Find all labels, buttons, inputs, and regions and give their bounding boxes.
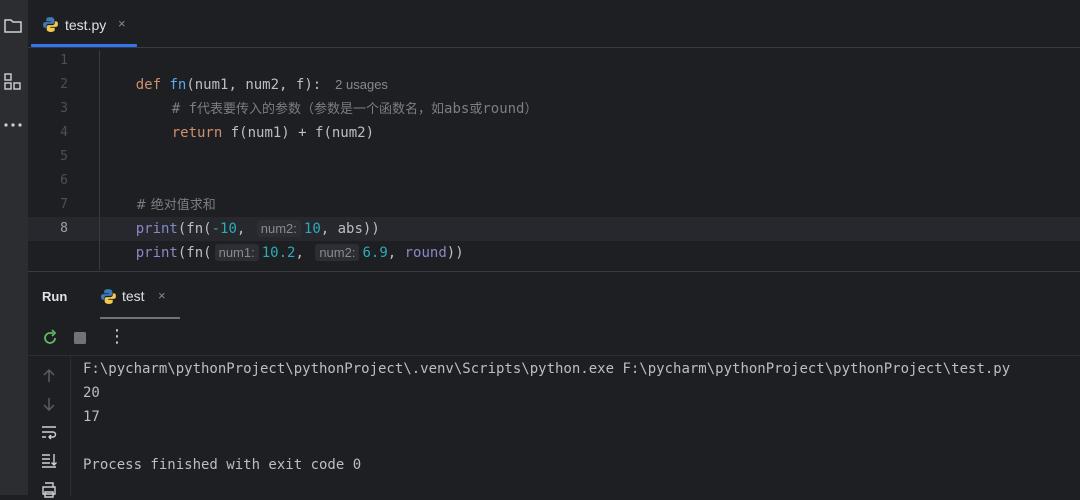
run-title: Run: [42, 289, 68, 304]
run-tool-window: Run test × ⋮ F:\pycharm\pythonProject\py…: [28, 271, 1080, 498]
stop-icon[interactable]: [70, 328, 90, 348]
python-run-icon: [101, 289, 116, 304]
line-number: 5: [60, 149, 68, 164]
number-literal: 6.9: [362, 245, 388, 261]
folder-icon[interactable]: [3, 15, 23, 35]
code-line-6: # 绝对值求和: [102, 169, 216, 213]
parameter-hint-num2: num2:: [315, 244, 360, 261]
tab-close-icon[interactable]: ×: [118, 16, 126, 31]
call-open: (fn(: [177, 245, 212, 261]
indent-guide: [99, 50, 100, 270]
comment-text-2: 或: [469, 102, 483, 117]
builtin-print: print: [135, 245, 178, 261]
line-number: 4: [60, 125, 68, 140]
parameter-hint-num1: num1:: [214, 244, 259, 261]
line-number: 1: [60, 53, 68, 68]
keyword-return: return: [171, 125, 223, 141]
tab-test-py[interactable]: test.py ×: [28, 0, 138, 47]
structure-icon[interactable]: [3, 72, 23, 92]
comma: ,: [295, 245, 304, 261]
line-number: 7: [60, 197, 68, 212]
console-line: Process finished with exit code 0: [83, 457, 362, 473]
builtin-round: round: [404, 245, 447, 261]
comment-round: round: [482, 101, 525, 117]
rerun-icon[interactable]: [40, 328, 60, 348]
print-icon[interactable]: [39, 480, 59, 500]
call-rest: )): [446, 245, 464, 261]
line-number-current: 8: [60, 221, 68, 236]
code-line-7: print(fn(-10, num2: 10, abs)): [102, 193, 380, 237]
line-number: 3: [60, 101, 68, 116]
more-icon[interactable]: [3, 115, 23, 135]
line-number: 6: [60, 173, 68, 188]
python-file-icon: [43, 17, 58, 32]
scroll-down-icon[interactable]: [39, 394, 59, 414]
run-side-toolbar: [28, 356, 71, 498]
console-line: 20: [83, 385, 100, 401]
run-toolbar: ⋮: [28, 321, 1080, 356]
comma-space: ,: [387, 245, 405, 261]
run-header: Run test ×: [28, 272, 1080, 320]
scroll-to-end-icon[interactable]: [39, 450, 59, 470]
code-line-8: print(fn(num1: 10.2, num2: 6.9, round)): [102, 217, 464, 261]
scroll-up-icon[interactable]: [39, 366, 59, 386]
more-options-icon[interactable]: ⋮: [108, 326, 128, 347]
editor-tab-bar: test.py ×: [28, 0, 1080, 48]
code-line-1: def fn(num1, num2, f): 2 usages: [102, 49, 388, 93]
code-line-2: # f代表要传入的参数（参数是一个函数名，如abs或round）: [138, 73, 538, 117]
comment-abs: abs: [444, 101, 470, 117]
code-editor[interactable]: 1 2 3 4 5 6 7 8 def fn(num1, num2, f): 2 …: [28, 48, 1080, 270]
return-expression: f(num1) + f(num2): [222, 125, 375, 141]
run-tab-test[interactable]: test ×: [100, 272, 208, 320]
console-line: F:\pycharm\pythonProject\pythonProject\.…: [83, 361, 1011, 377]
console-output[interactable]: F:\pycharm\pythonProject\pythonProject\.…: [83, 356, 1073, 496]
comment-text-3: ）: [524, 102, 538, 117]
line-number-gutter: 1 2 3 4 5 6 7 8: [28, 48, 88, 270]
tool-window-strip: [0, 0, 29, 495]
tab-label: test.py: [65, 17, 107, 33]
run-tab-label: test: [122, 288, 145, 304]
console-line: 17: [83, 409, 100, 425]
number-literal: 10.2: [261, 245, 296, 261]
run-tab-indicator: [100, 317, 180, 319]
line-number: 2: [60, 77, 68, 92]
code-line-3: return f(num1) + f(num2): [138, 97, 374, 141]
soft-wrap-icon[interactable]: [39, 422, 59, 442]
active-tab-indicator: [31, 44, 137, 47]
run-tab-close-icon[interactable]: ×: [158, 288, 166, 303]
